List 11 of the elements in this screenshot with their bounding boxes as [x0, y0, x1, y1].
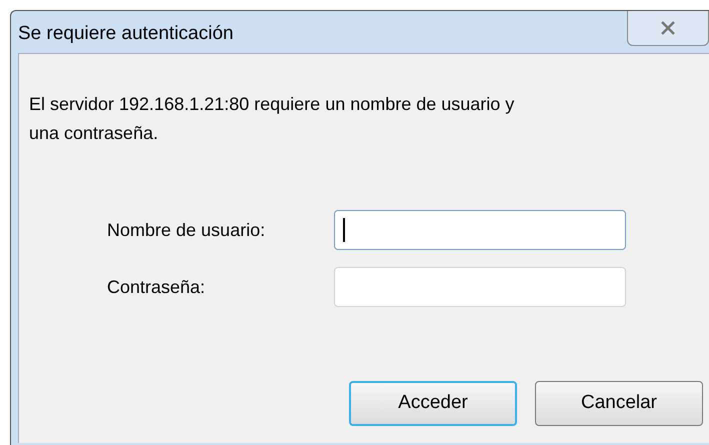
- field-label: Nombre de usuario:: [107, 218, 266, 242]
- text-caret: [343, 218, 345, 242]
- input-field[interactable]: [334, 210, 626, 250]
- close-button[interactable]: [627, 11, 709, 46]
- field-label: Contraseña:: [107, 276, 206, 298]
- window-title: Se requiere autenticación: [18, 22, 234, 46]
- close-icon: [660, 21, 676, 35]
- message-text: El servidor 192.168.1.21:80 requiere un nombre de usuario y una contraseña.: [29, 93, 516, 145]
- input-field[interactable]: [334, 267, 626, 307]
- dialog-button[interactable]: Acceder: [349, 381, 517, 426]
- dialog-button[interactable]: Cancelar: [535, 381, 703, 426]
